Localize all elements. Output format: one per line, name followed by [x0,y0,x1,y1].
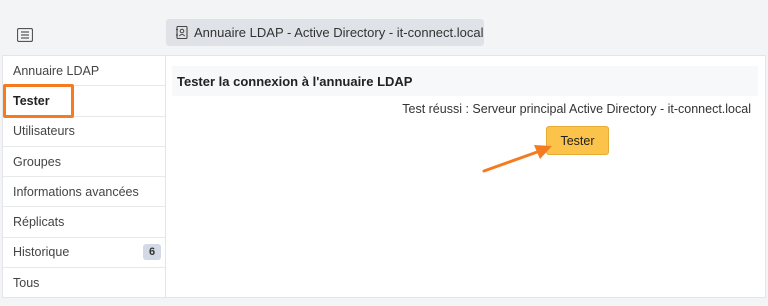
sidebar-item-informations-avancees[interactable]: Informations avancées [3,177,165,208]
sidebar-item-label: Groupes [13,154,61,169]
sidebar-item-label: Tous [13,276,40,291]
sidebar-item-label: Historique [13,245,70,260]
sidebar-item-label: Réplicats [13,215,65,230]
sidebar-item-annuaire-ldap[interactable]: Annuaire LDAP [3,56,165,87]
highlight-box [3,84,74,118]
list-icon[interactable] [17,28,33,42]
sidebar-item-historique[interactable]: Historique 6 [3,238,165,269]
tab-title: Annuaire LDAP - Active Directory - it-co… [194,25,484,40]
sidebar-item-label: Informations avancées [13,184,139,199]
sidebar-item-label: Annuaire LDAP [13,63,100,78]
sidebar-item-label: Utilisateurs [13,124,75,139]
sidebar-item-utilisateurs[interactable]: Utilisateurs [3,117,165,147]
address-book-icon [176,26,188,39]
sidebar-item-groupes[interactable]: Groupes [3,147,165,178]
sidebar-item-tous[interactable]: Tous [3,268,165,298]
sidebar-item-replicats[interactable]: Réplicats [3,207,165,238]
arrow-icon [482,145,552,173]
count-badge: 6 [143,243,161,260]
panel-title: Tester la connexion à l'annuaire LDAP [172,66,758,96]
main-panel: Tester la connexion à l'annuaire LDAP Te… [166,55,766,298]
tab-ldap-directory[interactable]: Annuaire LDAP - Active Directory - it-co… [166,19,484,46]
test-result-message: Test réussi : Serveur principal Active D… [402,102,751,116]
